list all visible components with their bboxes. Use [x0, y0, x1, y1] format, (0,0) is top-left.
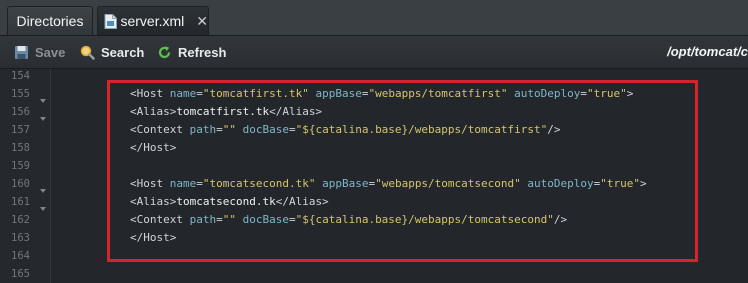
- file-path: /opt/tomcat/c: [667, 44, 748, 59]
- save-button[interactable]: Save: [14, 36, 65, 68]
- line-number: 157: [11, 124, 30, 136]
- code-editor[interactable]: 154 155 156 157 158 159 160 161 162 163 …: [0, 69, 748, 283]
- line-number: 160: [11, 178, 30, 190]
- line-number: 165: [11, 268, 30, 280]
- refresh-button[interactable]: Refresh: [157, 36, 226, 68]
- search-label: Search: [101, 44, 145, 60]
- tab-server-xml[interactable]: server.xml ✕: [97, 6, 209, 35]
- file-xml-icon: [104, 13, 117, 29]
- tab-server-xml-label: server.xml: [120, 13, 185, 29]
- highlight-box: [107, 80, 698, 262]
- line-number: 164: [11, 250, 30, 262]
- line-number: 155: [11, 88, 30, 100]
- fold-arrow-icon[interactable]: [39, 200, 47, 211]
- fold-arrow-icon[interactable]: [39, 182, 47, 193]
- fold-arrow-icon[interactable]: [39, 92, 47, 103]
- toolbar: Save Search Refresh /opt/tomcat/c: [0, 36, 748, 69]
- line-number: 163: [11, 232, 30, 244]
- tab-bar: Directories server.xml ✕: [0, 0, 748, 36]
- close-icon[interactable]: ✕: [196, 14, 208, 28]
- fold-arrow-icon[interactable]: [39, 110, 47, 121]
- line-number: 159: [11, 160, 30, 172]
- line-number: 156: [11, 106, 30, 118]
- search-button[interactable]: Search: [80, 36, 144, 68]
- line-number: 161: [11, 196, 30, 208]
- refresh-label: Refresh: [178, 44, 227, 60]
- tab-directories[interactable]: Directories: [7, 6, 93, 35]
- line-number: 154: [11, 70, 30, 82]
- line-gutter: 154 155 156 157 158 159 160 161 162 163 …: [0, 69, 51, 283]
- save-label: Save: [35, 44, 66, 60]
- line-number: 162: [11, 214, 30, 226]
- refresh-icon: [157, 45, 172, 60]
- save-icon: [14, 45, 29, 60]
- line-number: 158: [11, 142, 30, 154]
- tab-directories-label: Directories: [16, 13, 84, 29]
- search-icon: [80, 45, 95, 60]
